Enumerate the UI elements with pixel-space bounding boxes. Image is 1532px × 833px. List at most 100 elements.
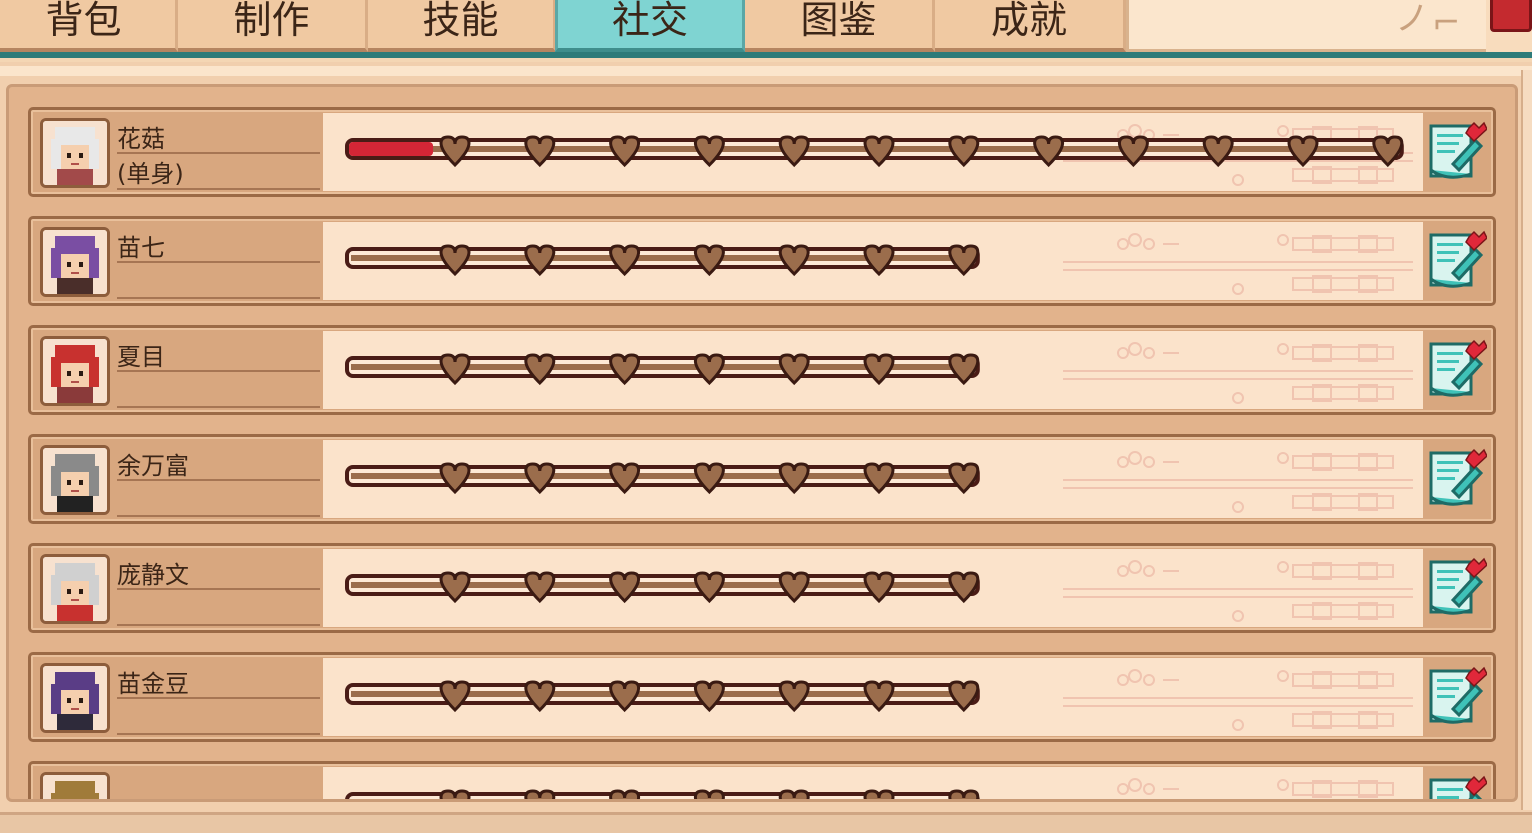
divider bbox=[117, 515, 320, 517]
divider bbox=[117, 152, 320, 154]
friendship-bar bbox=[323, 767, 1423, 799]
gift-letter-icon[interactable] bbox=[1427, 665, 1488, 729]
scrollbar-track[interactable] bbox=[1521, 70, 1532, 810]
villager-name: 余万富 bbox=[117, 452, 189, 480]
name-area: 夏目 bbox=[117, 332, 322, 412]
panel-bottom-border bbox=[0, 812, 1532, 833]
heart-track bbox=[345, 244, 980, 277]
heart-icon bbox=[693, 680, 725, 713]
close-button[interactable] bbox=[1490, 0, 1532, 32]
heart-icon bbox=[609, 462, 641, 495]
heart-icon bbox=[524, 353, 556, 386]
tab-achievements[interactable]: 成就 bbox=[935, 0, 1126, 52]
heart-track bbox=[345, 571, 980, 604]
tab-backpack[interactable]: 背包 bbox=[0, 0, 178, 52]
gift-letter-icon[interactable] bbox=[1427, 338, 1488, 402]
heart-icon bbox=[863, 462, 895, 495]
heart-icon bbox=[948, 789, 980, 799]
heart-icon bbox=[439, 244, 471, 277]
heart-icon bbox=[863, 353, 895, 386]
heart-icon bbox=[439, 571, 471, 604]
heart-icon bbox=[778, 353, 810, 386]
heart-track bbox=[345, 680, 980, 713]
heart-icon bbox=[948, 462, 980, 495]
heart-icon bbox=[1202, 135, 1234, 168]
tab-skills[interactable]: 技能 bbox=[368, 0, 556, 52]
divider bbox=[117, 733, 320, 735]
ornament-curl-icon: ⌐ bbox=[1432, 3, 1461, 43]
heart-icon bbox=[778, 680, 810, 713]
villager-name: 庞静文 bbox=[117, 561, 189, 589]
villager-row[interactable]: 夏目 bbox=[28, 325, 1496, 415]
heart-track bbox=[345, 353, 980, 386]
heart-icon bbox=[609, 789, 641, 799]
purple-haired-man-avatar bbox=[40, 227, 110, 297]
divider bbox=[117, 297, 320, 299]
heart-icon bbox=[609, 135, 641, 168]
tab-label: 技能 bbox=[422, 0, 499, 42]
gift-letter-icon[interactable] bbox=[1427, 447, 1488, 511]
heart-icon bbox=[439, 353, 471, 386]
villager-name: 苗七 bbox=[117, 234, 165, 262]
heart-icon bbox=[693, 462, 725, 495]
tab-collection[interactable]: 图鉴 bbox=[745, 0, 935, 52]
heart-icon bbox=[948, 571, 980, 604]
friendship-bar bbox=[323, 549, 1423, 627]
heart-track bbox=[345, 789, 980, 802]
red-cap-girl-avatar bbox=[40, 336, 110, 406]
heart-track-inner bbox=[351, 800, 972, 802]
name-area: 庞静文 bbox=[117, 550, 322, 630]
heart-icon bbox=[863, 680, 895, 713]
villager-list[interactable]: 花菇 (单身) 苗七 夏目 余万富 庞静文 苗金豆 bbox=[6, 84, 1518, 802]
heart-icon bbox=[778, 462, 810, 495]
friendship-bar bbox=[323, 113, 1423, 191]
tab-underline bbox=[0, 52, 1532, 58]
ornament-curl-icon: ノ bbox=[1395, 0, 1429, 39]
divider bbox=[117, 370, 320, 372]
boy-avatar bbox=[40, 663, 110, 733]
tab-social[interactable]: 社交 bbox=[555, 0, 745, 52]
relationship-status: (单身) bbox=[117, 160, 184, 188]
grey-haired-woman-avatar bbox=[40, 554, 110, 624]
heart-icon bbox=[693, 789, 725, 799]
friendship-bar bbox=[323, 222, 1423, 300]
heart-icon bbox=[524, 462, 556, 495]
name-area: 苗金豆 bbox=[117, 659, 322, 739]
gift-letter-icon[interactable] bbox=[1427, 556, 1488, 620]
heart-icon bbox=[1117, 135, 1149, 168]
gift-letter-icon[interactable] bbox=[1427, 774, 1488, 799]
villager-name: 夏目 bbox=[117, 343, 165, 371]
divider bbox=[117, 406, 320, 408]
heart-icon bbox=[948, 680, 980, 713]
name-area: 花菇 (单身) bbox=[117, 114, 322, 194]
villager-row[interactable]: 庞静文 bbox=[28, 543, 1496, 633]
heart-icon bbox=[439, 680, 471, 713]
villager-row[interactable]: 花菇 (单身) bbox=[28, 107, 1496, 197]
villager-row[interactable] bbox=[28, 761, 1496, 799]
heart-track bbox=[345, 135, 1404, 168]
heart-icon bbox=[609, 244, 641, 277]
divider bbox=[117, 261, 320, 263]
heart-icon bbox=[609, 680, 641, 713]
heart-icon bbox=[863, 244, 895, 277]
heart-icon bbox=[524, 680, 556, 713]
villager-name: 花菇 bbox=[117, 125, 165, 153]
gift-letter-icon[interactable] bbox=[1427, 229, 1488, 293]
heart-icon bbox=[524, 789, 556, 799]
tab-crafting[interactable]: 制作 bbox=[178, 0, 368, 52]
heart-icon bbox=[439, 462, 471, 495]
divider bbox=[117, 479, 320, 481]
heart-icon bbox=[948, 244, 980, 277]
panel-top-strip bbox=[0, 66, 1532, 76]
villager-row[interactable]: 苗金豆 bbox=[28, 652, 1496, 742]
villager-row[interactable]: 苗七 bbox=[28, 216, 1496, 306]
heart-icon bbox=[609, 571, 641, 604]
gift-letter-icon[interactable] bbox=[1427, 120, 1488, 184]
heart-icon bbox=[1372, 135, 1404, 168]
heart-icon bbox=[524, 244, 556, 277]
villager-row[interactable]: 余万富 bbox=[28, 434, 1496, 524]
friendship-bar bbox=[323, 440, 1423, 518]
name-area bbox=[117, 768, 322, 799]
heart-icon bbox=[693, 353, 725, 386]
heart-icon bbox=[778, 244, 810, 277]
